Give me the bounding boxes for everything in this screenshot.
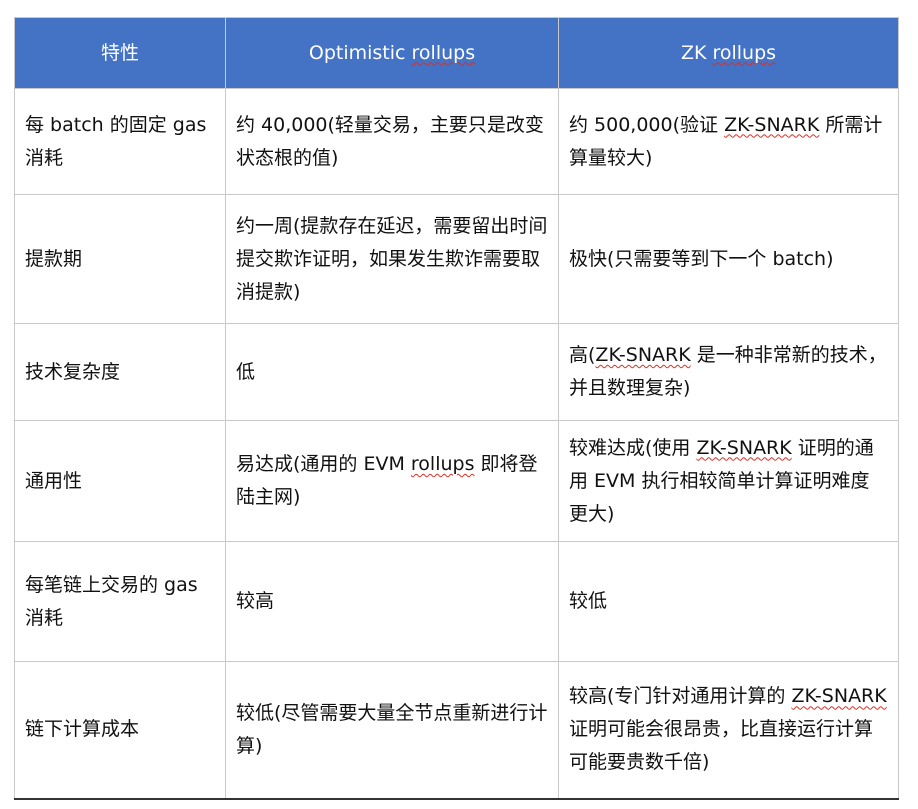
- cell-feature: 技术复杂度: [14, 323, 226, 421]
- cell-optimistic: 较低(尽管需要大量全节点重新进行计算): [225, 661, 559, 800]
- cell-zk: 极快(只需要等到下一个 batch): [558, 194, 899, 324]
- header-zk-rollups: ZK rollups: [558, 17, 899, 89]
- table-row: 技术复杂度 低 高(ZK-SNARK 是一种非常新的技术，并且数理复杂): [14, 323, 899, 421]
- cell-zk: 高(ZK-SNARK 是一种非常新的技术，并且数理复杂): [558, 323, 899, 421]
- table-row: 每笔链上交易的 gas 消耗 较高 较低: [14, 541, 899, 662]
- cell-zk: 约 500,000(验证 ZK-SNARK 所需计算量较大): [558, 88, 899, 195]
- header-zk-label: ZK rollups: [680, 41, 777, 64]
- cell-zk: 较高(专门针对通用计算的 ZK-SNARK 证明可能会很昂贵，比直接运行计算可能…: [558, 661, 899, 800]
- table-row: 提款期 约一周(提款存在延迟，需要留出时间提交欺诈证明，如果发生欺诈需要取消提款…: [14, 194, 899, 324]
- cell-optimistic: 约 40,000(轻量交易，主要只是改变状态根的值): [225, 88, 559, 195]
- cell-optimistic: 较高: [225, 541, 559, 662]
- cell-feature: 通用性: [14, 420, 226, 542]
- cell-zk: 较低: [558, 541, 899, 662]
- cell-zk: 较难达成(使用 ZK-SNARK 证明的通用 EVM 执行相较简单计算证明难度更…: [558, 420, 899, 542]
- table-row: 链下计算成本 较低(尽管需要大量全节点重新进行计算) 较高(专门针对通用计算的 …: [14, 661, 899, 800]
- cell-feature: 每 batch 的固定 gas 消耗: [14, 88, 226, 195]
- table-header-row: 特性 Optimistic rollups ZK rollups: [14, 17, 899, 89]
- cell-optimistic: 易达成(通用的 EVM rollups 即将登陆主网): [225, 420, 559, 542]
- header-optimistic-rollups: Optimistic rollups: [225, 17, 559, 89]
- header-feature: 特性: [14, 17, 226, 89]
- header-optimistic-label: Optimistic rollups: [308, 41, 476, 64]
- table-row: 通用性 易达成(通用的 EVM rollups 即将登陆主网) 较难达成(使用 …: [14, 420, 899, 542]
- comparison-table: 特性 Optimistic rollups ZK rollups 每 batch…: [14, 17, 899, 800]
- cell-optimistic: 约一周(提款存在延迟，需要留出时间提交欺诈证明，如果发生欺诈需要取消提款): [225, 194, 559, 324]
- cell-optimistic: 低: [225, 323, 559, 421]
- cell-feature: 提款期: [14, 194, 226, 324]
- cell-feature: 每笔链上交易的 gas 消耗: [14, 541, 226, 662]
- cell-feature: 链下计算成本: [14, 661, 226, 800]
- table-row: 每 batch 的固定 gas 消耗 约 40,000(轻量交易，主要只是改变状…: [14, 88, 899, 195]
